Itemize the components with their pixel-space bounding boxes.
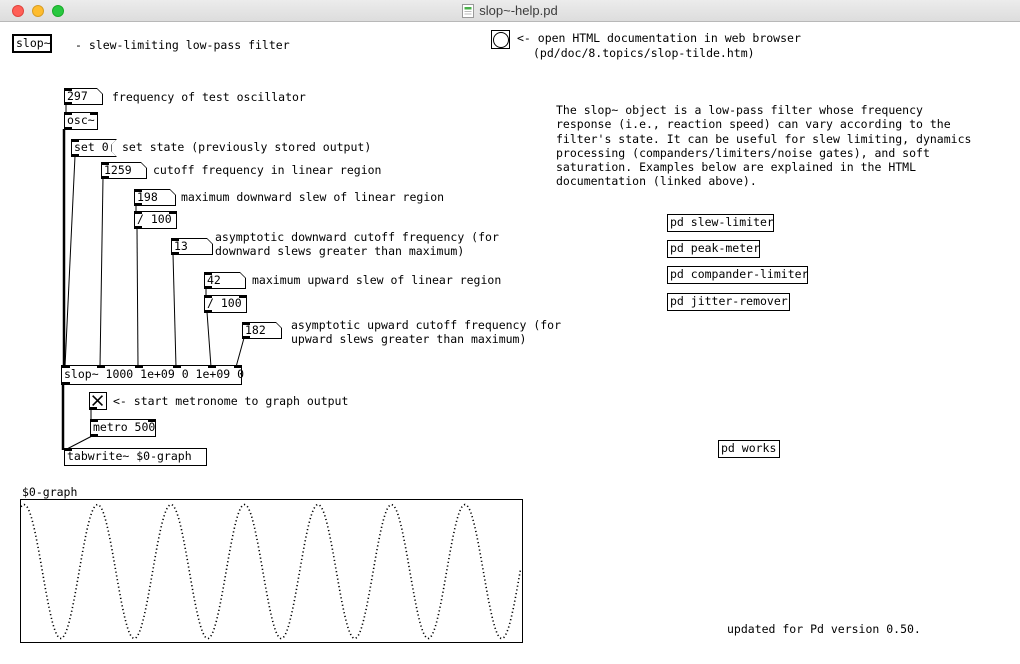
- tagline-comment: - slew-limiting low-pass filter: [75, 38, 290, 52]
- freq-comment: frequency of test oscillator: [112, 90, 306, 104]
- divide-object-a[interactable]: / 100: [134, 211, 177, 229]
- docs-path-comment: (pd/doc/8.topics/slop-tilde.htm): [533, 46, 755, 60]
- open-docs-bang[interactable]: [491, 30, 510, 49]
- outlet-nub: [171, 252, 179, 255]
- inlet-nub: [204, 295, 212, 298]
- set-state-message[interactable]: set 0: [71, 139, 117, 157]
- up-asym-number-box[interactable]: 182: [242, 322, 282, 339]
- inlet-nub: [90, 419, 98, 422]
- inlet-nub: [234, 365, 242, 368]
- subpatch-jitter-remover[interactable]: pd jitter-remover: [667, 293, 790, 311]
- bang-circle-icon: [493, 32, 509, 48]
- inlet-nub: [208, 365, 216, 368]
- inlet-nub: [101, 162, 109, 165]
- down-slew-number-box[interactable]: 198: [134, 189, 176, 206]
- outlet-nub: [204, 310, 212, 313]
- freq-number-box[interactable]: 297: [64, 88, 103, 105]
- inlet-nub: [135, 365, 143, 368]
- outlet-nub: [134, 226, 142, 229]
- outlet-nub: [134, 203, 142, 206]
- outlet-nub: [90, 434, 98, 437]
- graph-label: $0-graph: [22, 485, 77, 499]
- outlet-nub: [64, 102, 72, 105]
- subpatch-works[interactable]: pd works: [718, 440, 780, 458]
- tabwrite-object[interactable]: tabwrite~ $0-graph: [64, 448, 207, 466]
- outlet-nub: [61, 382, 70, 385]
- metro-object[interactable]: metro 500: [90, 419, 156, 437]
- down-asym-comment: asymptotic downward cutoff frequency (fo…: [215, 230, 499, 259]
- cutoff-comment: cutoff frequency in linear region: [153, 163, 381, 177]
- up-asym-comment: asymptotic upward cutoff frequency (for …: [291, 318, 561, 347]
- description-text: The slop~ object is a low-pass filter wh…: [556, 103, 971, 189]
- up-slew-number-box[interactable]: 42: [204, 272, 246, 289]
- metro-toggle[interactable]: [89, 392, 107, 410]
- outlet-nub: [242, 336, 250, 339]
- inlet-nub: [90, 112, 98, 115]
- outlet-nub: [89, 407, 97, 410]
- up-slew-comment: maximum upward slew of linear region: [252, 273, 501, 287]
- inlet-nub: [169, 211, 177, 214]
- inlet-nub: [204, 272, 212, 275]
- down-asym-number-box[interactable]: 13: [171, 238, 213, 255]
- inlet-nub: [64, 448, 72, 451]
- down-slew-comment: maximum downward slew of linear region: [181, 190, 444, 204]
- pd-patch-window: slop~-help.pd slop~ - slew-limiting low-…: [0, 0, 1020, 664]
- inlet-nub: [134, 189, 142, 192]
- inlet-nub: [97, 365, 105, 368]
- object-name-label: slop~: [16, 36, 51, 50]
- outlet-nub: [71, 154, 79, 157]
- inlet-nub: [148, 419, 156, 422]
- divide-object-b[interactable]: / 100: [204, 295, 247, 313]
- slop-object[interactable]: slop~ 1000 1e+09 0 1e+09 0: [61, 365, 242, 385]
- subpatch-peak-meter[interactable]: pd peak-meter: [667, 240, 760, 258]
- set-state-comment: set state (previously stored output): [122, 140, 371, 154]
- inlet-nub: [61, 365, 70, 368]
- graph-waveform: [21, 500, 522, 642]
- inlet-nub: [64, 88, 72, 91]
- updated-comment: updated for Pd version 0.50.: [727, 622, 921, 636]
- inlet-nub: [71, 139, 79, 142]
- outlet-nub: [101, 176, 109, 179]
- inlet-nub: [173, 365, 181, 368]
- subpatch-slew-limiter[interactable]: pd slew-limiter: [667, 214, 774, 232]
- outlet-nub: [64, 127, 72, 130]
- subpatch-compander-limiter[interactable]: pd compander-limiter: [667, 266, 808, 284]
- open-docs-comment: <- open HTML documentation in web browse…: [517, 31, 801, 45]
- inlet-nub: [239, 295, 247, 298]
- object-name-box[interactable]: slop~: [12, 34, 52, 53]
- inlet-nub: [64, 112, 72, 115]
- waveform-graph[interactable]: [20, 499, 523, 643]
- cutoff-number-box[interactable]: 1259: [101, 162, 147, 179]
- inlet-nub: [134, 211, 142, 214]
- metro-comment: <- start metronome to graph output: [113, 394, 348, 408]
- osc-object[interactable]: osc~: [64, 112, 98, 130]
- inlet-nub: [171, 238, 179, 241]
- inlet-nub: [242, 322, 250, 325]
- outlet-nub: [204, 286, 212, 289]
